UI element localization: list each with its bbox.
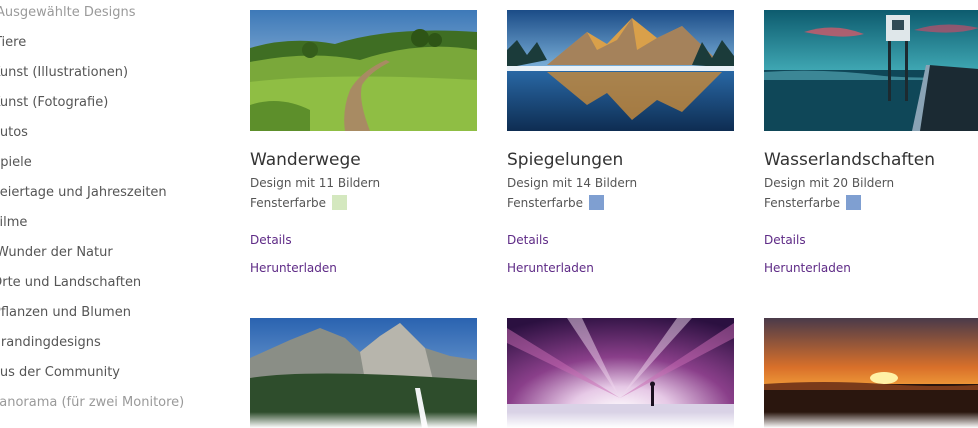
sidebar-item-pflanzen-und-blumen[interactable]: Pflanzen und Blumen — [0, 305, 131, 321]
sidebar-item-aus-der-community[interactable]: Aus der Community — [0, 365, 120, 381]
window-color: Fensterfarbe — [764, 195, 862, 210]
sidebar-item-tiere[interactable]: Tiere — [0, 35, 26, 51]
details-link[interactable]: Details — [250, 233, 292, 247]
download-link[interactable]: Herunterladen — [250, 261, 337, 275]
theme-title: Wasserlandschaften — [764, 150, 935, 170]
sidebar-item-kunst-illustrationen[interactable]: Kunst (Illustrationen) — [0, 65, 128, 81]
details-link[interactable]: Details — [507, 233, 549, 247]
theme-image-count: Design mit 11 Bildern — [250, 176, 381, 190]
sidebar-item-panorama[interactable]: Panorama (für zwei Monitore) — [0, 395, 184, 411]
theme-thumbnail-wanderwege[interactable] — [250, 10, 477, 131]
sidebar-item-spiele[interactable]: Spiele — [0, 155, 32, 171]
theme-title: Spiegelungen — [507, 150, 624, 170]
sidebar-item-wunder-der-natur[interactable]: Wunder der Natur — [0, 245, 113, 261]
theme-thumbnail-sky-burst[interactable] — [507, 318, 734, 428]
sidebar-item-filme[interactable]: Filme — [0, 215, 27, 231]
window-color-swatch — [589, 195, 605, 210]
theme-thumbnail-mountains[interactable] — [250, 318, 477, 428]
sidebar-item-ausgewaehlte-designs[interactable]: Ausgewählte Designs — [0, 5, 136, 21]
theme-title: Wanderwege — [250, 150, 361, 170]
window-color-swatch — [332, 195, 348, 210]
category-sidebar: Ausgewählte Designs Tiere Kunst (Illustr… — [0, 0, 220, 416]
sidebar-item-orte-und-landschaften[interactable]: Orte und Landschaften — [0, 275, 141, 291]
sidebar-item-feiertage[interactable]: Feiertage und Jahreszeiten — [0, 185, 167, 201]
download-link[interactable]: Herunterladen — [764, 261, 851, 275]
window-color-label: Fensterfarbe — [250, 195, 327, 210]
download-link[interactable]: Herunterladen — [507, 261, 594, 275]
theme-thumbnail-wasserlandschaften[interactable] — [764, 10, 978, 131]
window-color-label: Fensterfarbe — [507, 195, 584, 210]
window-color-label: Fensterfarbe — [764, 195, 841, 210]
theme-thumbnail-spiegelungen[interactable] — [507, 10, 734, 131]
theme-image-count: Design mit 14 Bildern — [507, 176, 638, 190]
sidebar-item-brandingdesigns[interactable]: Brandingdesigns — [0, 335, 101, 351]
theme-thumbnail-sunset[interactable] — [764, 318, 978, 428]
sidebar-item-autos[interactable]: Autos — [0, 125, 28, 141]
window-color: Fensterfarbe — [250, 195, 348, 210]
details-link[interactable]: Details — [764, 233, 806, 247]
window-color: Fensterfarbe — [507, 195, 605, 210]
window-color-swatch — [846, 195, 862, 210]
theme-image-count: Design mit 20 Bildern — [764, 176, 895, 190]
sidebar-item-kunst-fotografie[interactable]: Kunst (Fotografie) — [0, 95, 108, 111]
